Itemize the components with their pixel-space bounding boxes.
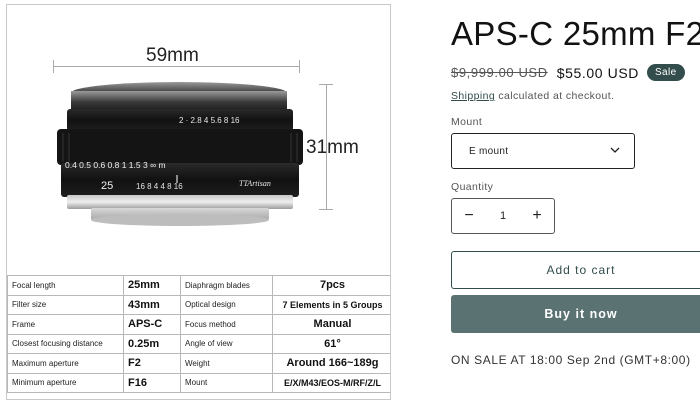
- price-row: $9,999.00 USD $55.00 USD Sale: [451, 64, 685, 81]
- chevron-down-icon: [610, 147, 620, 153]
- spec-value: Around 166~189g: [272, 353, 390, 374]
- spec-label: Minimum aperture: [7, 372, 124, 393]
- table-row: Minimum aperture F16 Mount E/X/M43/EOS-M…: [7, 372, 390, 393]
- spec-value: 7 Elements in 5 Groups: [272, 294, 390, 315]
- lens-illustration: 2 · 2.8 4 5.6 8 16 0.4 0.5 0.6 0.8 1 1.5…: [57, 82, 303, 226]
- spec-label: Optical design: [180, 294, 273, 315]
- quantity-stepper: − 1 +: [451, 198, 555, 234]
- distance-scale: 0.4 0.5 0.6 0.8 1 1.5 3 ∞ m: [65, 160, 166, 170]
- spec-value: E/X/M43/EOS-M/RF/Z/L: [272, 372, 390, 393]
- mount-label: Mount: [451, 116, 483, 128]
- table-row: Closest focusing distance 0.25m Angle of…: [7, 333, 390, 354]
- table-row: Maximum aperture F2 Weight Around 166~18…: [7, 353, 390, 374]
- decrease-quantity-button[interactable]: −: [452, 199, 486, 233]
- spec-label: Maximum aperture: [7, 353, 124, 374]
- sale-badge: Sale: [646, 64, 685, 81]
- buy-now-button[interactable]: Buy it now: [451, 295, 700, 333]
- quantity-label: Quantity: [451, 181, 494, 193]
- sale-start-note: ON SALE AT 18:00 Sep 2nd (GMT+8:00): [451, 353, 691, 367]
- spec-value: APS-C: [123, 314, 181, 335]
- spec-label: Focal length: [7, 275, 124, 296]
- product-title: APS-C 25mm F2: [451, 15, 700, 52]
- spec-label: Filter size: [7, 294, 124, 315]
- table-row: Frame APS-C Focus method Manual: [7, 314, 390, 335]
- spec-value: 61°: [272, 333, 390, 354]
- mount-select-value: E mount: [469, 145, 509, 157]
- quantity-input[interactable]: 1: [500, 210, 506, 222]
- dof-scale: 16 8 4 4 8 16: [136, 182, 183, 191]
- spec-label: Focus method: [180, 314, 273, 335]
- spec-label: Diaphragm blades: [180, 275, 273, 296]
- shipping-link[interactable]: Shipping: [451, 90, 495, 102]
- brand-logo: TTArtisan: [239, 179, 271, 188]
- add-to-cart-button[interactable]: Add to cart: [451, 251, 700, 289]
- table-row: Filter size 43mm Optical design 7 Elemen…: [7, 294, 390, 315]
- spec-value: 7pcs: [272, 275, 390, 296]
- spec-value: F16: [123, 372, 181, 393]
- spec-value: Manual: [272, 314, 390, 335]
- spec-label: Mount: [180, 372, 273, 393]
- aperture-scale: 2 · 2.8 4 5.6 8 16: [179, 116, 240, 125]
- focal-length-mark: 25: [101, 180, 113, 192]
- spec-table: Focal length 25mm Diaphragm blades 7pcs …: [7, 275, 390, 393]
- table-row: Focal length 25mm Diaphragm blades 7pcs: [7, 275, 390, 296]
- spec-label: Weight: [180, 353, 273, 374]
- spec-label: Frame: [7, 314, 124, 335]
- product-media: 59mm 31mm 2 · 2.8 4 5.6 8 16 0.4 0.5 0.6…: [6, 4, 391, 400]
- spec-value: 25mm: [123, 275, 181, 296]
- mount-select[interactable]: E mount: [451, 133, 635, 169]
- shipping-text: calculated at checkout.: [495, 90, 615, 102]
- sale-price: $55.00 USD: [556, 64, 639, 81]
- regular-price: $9,999.00 USD: [451, 65, 548, 80]
- shipping-note: Shipping calculated at checkout.: [451, 90, 614, 102]
- increase-quantity-button[interactable]: +: [520, 199, 554, 233]
- spec-label: Closest focusing distance: [7, 333, 124, 354]
- spec-value: F2: [123, 353, 181, 374]
- spec-value: 0.25m: [123, 333, 181, 354]
- spec-value: 43mm: [123, 294, 181, 315]
- spec-label: Angle of view: [180, 333, 273, 354]
